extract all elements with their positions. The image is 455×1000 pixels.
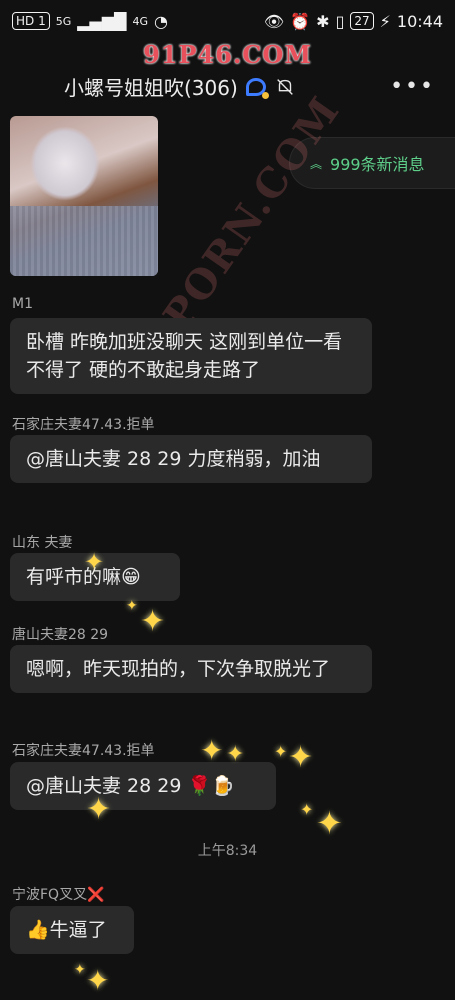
sparkle-icon: ✦ <box>84 548 105 576</box>
sparkle-icon: ✦ <box>200 734 224 767</box>
sparkle-icon: ✦ <box>226 742 245 767</box>
time-divider: 上午8:34 <box>197 843 258 859</box>
chat-title[interactable]: 小螺号姐姐吹(306) <box>64 72 238 101</box>
battery-badge: 27 <box>350 12 374 30</box>
assistant-icon[interactable] <box>245 77 269 99</box>
sparkle-icon: ✦ <box>316 804 343 842</box>
sender-name[interactable]: 山东 夫妻 <box>12 532 72 552</box>
watermark-top: 91P46.COM <box>143 40 312 69</box>
status-time: 10:44 <box>396 11 443 31</box>
sparkle-icon: ✦ <box>86 792 112 827</box>
bluetooth-icon: ✱ <box>316 11 330 31</box>
message-bubble[interactable]: 👍牛逼了 <box>10 906 134 954</box>
sparkle-icon: ✦ <box>300 800 314 819</box>
sparkle-icon: ✦ <box>86 964 110 997</box>
status-left: HD 1 5G ▂▄▆█ 4G ◔ <box>12 12 168 31</box>
sparkle-icon: ✦ <box>74 962 86 978</box>
sender-name[interactable]: 石家庄夫妻47.43.拒单 <box>12 740 155 760</box>
alarm-icon: ⏰ <box>290 11 311 31</box>
more-menu-icon[interactable]: ••• <box>390 74 435 99</box>
message-bubble[interactable]: @唐山夫妻 28 29 力度稍弱，加油 <box>10 435 372 483</box>
sender-name[interactable]: M1 <box>12 296 33 312</box>
status-bar: HD 1 5G ▂▄▆█ 4G ◔ 👁 ⏰ ✱ ▯ 27 ⚡ 10:44 <box>0 0 455 42</box>
new-messages-label: 999条新消息 <box>330 155 425 174</box>
sparkle-icon: ✦ <box>140 604 166 639</box>
image-message[interactable] <box>10 116 158 276</box>
message-bubble[interactable]: @唐山夫妻 28 29 🌹🍺 <box>10 762 276 810</box>
sparkle-icon: ✦ <box>274 742 288 761</box>
chat-header: 小螺号姐姐吹(306) <box>64 72 296 101</box>
mute-bell-icon <box>276 78 293 95</box>
signal-icon: ▂▄▆█ <box>77 11 127 31</box>
signal-5g-label: 5G <box>55 14 72 28</box>
sender-name[interactable]: 唐山夫妻28 29 <box>12 624 108 644</box>
sender-name[interactable]: 宁波FQ叉叉❌ <box>12 884 105 904</box>
charging-icon: ⚡ <box>379 11 391 31</box>
hd-badge: HD 1 <box>12 12 50 30</box>
status-right: 👁 ⏰ ✱ ▯ 27 ⚡ 10:44 <box>264 12 443 31</box>
sparkle-icon: ✦ <box>126 598 138 614</box>
vibrate-icon: ▯ <box>335 11 345 31</box>
eye-icon: 👁 <box>263 11 285 31</box>
message-bubble[interactable]: 嗯啊，昨天现拍的，下次争取脱光了 <box>10 645 372 693</box>
sender-name[interactable]: 石家庄夫妻47.43.拒单 <box>12 414 155 434</box>
signal-4g-label: 4G <box>132 14 148 28</box>
message-bubble[interactable]: 卧槽 昨晚加班没聊天 这刚到单位一看不得了 硬的不敢起身走路了 <box>10 318 372 394</box>
sparkle-icon: ✦ <box>288 740 314 775</box>
wifi-icon: ◔ <box>154 11 168 31</box>
